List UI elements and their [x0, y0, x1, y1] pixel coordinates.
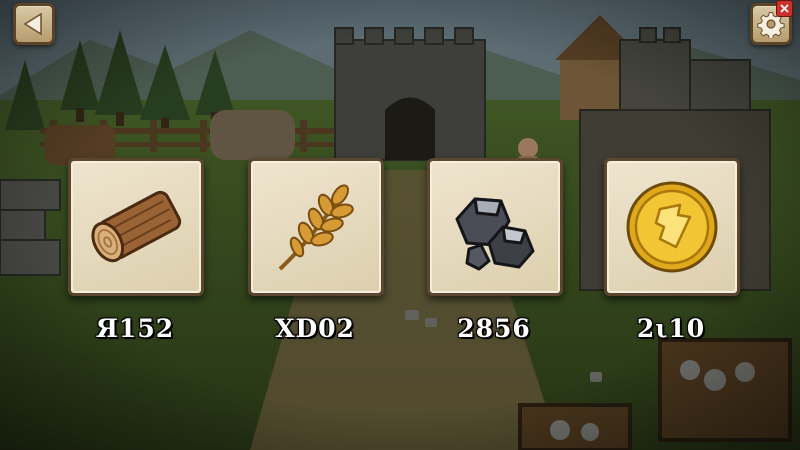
wheat-icon — [278, 184, 354, 271]
back-arrow-icon — [23, 12, 42, 36]
wood-icon — [91, 190, 182, 263]
wheat-resource-card[interactable] — [248, 158, 384, 296]
wood-amount: Я152 — [95, 314, 175, 343]
gold-coin-icon — [626, 181, 718, 273]
gold-amount: 2ι10 — [636, 314, 706, 343]
stone-icon — [455, 197, 535, 271]
wheat-amount: XD02 — [275, 314, 355, 343]
stone-amount: 2856 — [457, 314, 531, 343]
wood-resource-card[interactable] — [68, 158, 204, 296]
settings-button[interactable] — [750, 0, 793, 45]
close-button[interactable] — [776, 0, 793, 17]
gold-resource-card[interactable] — [604, 158, 740, 296]
stone-resource-card[interactable] — [427, 158, 563, 296]
back-button[interactable] — [13, 3, 55, 45]
close-icon — [780, 4, 789, 13]
